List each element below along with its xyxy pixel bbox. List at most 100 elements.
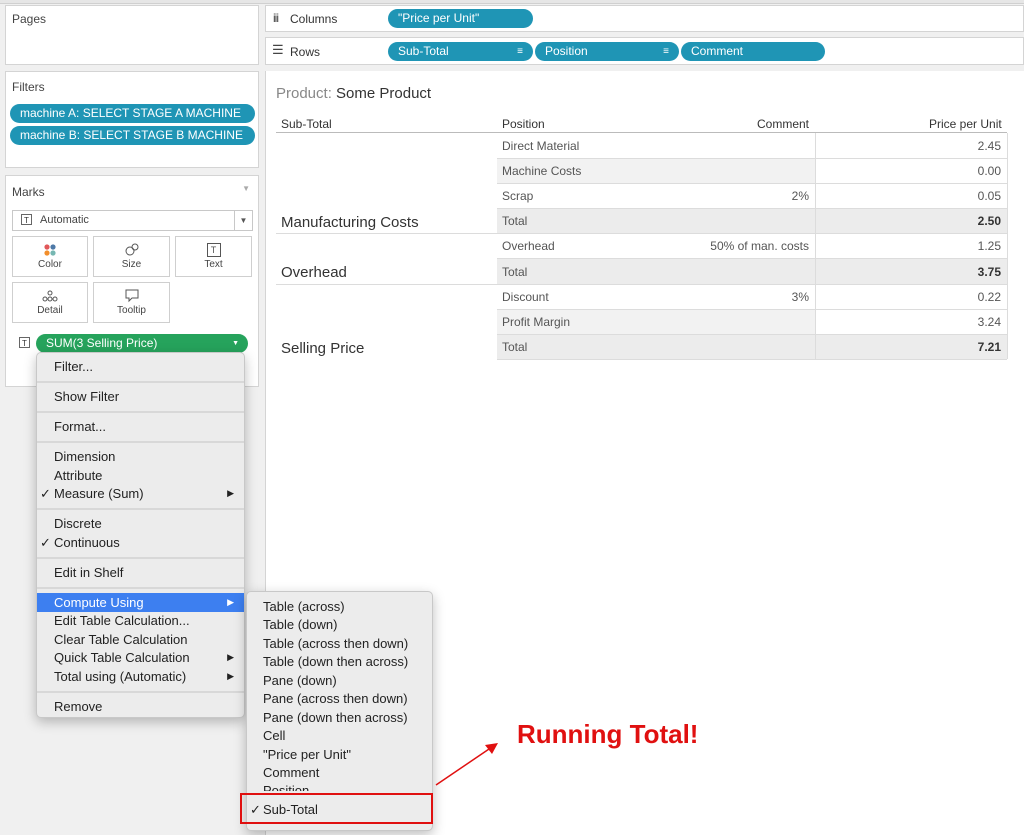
comment-cell[interactable]: 50% of man. costs (710, 239, 809, 253)
submenu-item-table-across-then-down[interactable]: Table (across then down) (247, 634, 432, 653)
size-card[interactable]: Size (93, 236, 170, 277)
text-encoding-icon: T (19, 337, 30, 348)
submenu-item-cell[interactable]: Cell (247, 726, 432, 745)
menu-item-total-using[interactable]: Total using (Automatic) ▶ (37, 667, 244, 686)
position-cell-total[interactable]: Total (502, 340, 527, 354)
comment-cell[interactable]: 2% (792, 189, 809, 203)
submenu-arrow-icon: ▶ (227, 671, 234, 681)
position-cell[interactable]: Direct Material (502, 139, 579, 153)
view-title-prefix: Product: (276, 85, 332, 102)
submenu-item-pane-across-then-down[interactable]: Pane (across then down) (247, 689, 432, 708)
menu-item-attribute[interactable]: Attribute (37, 466, 244, 485)
menu-item-filter[interactable]: Filter... (37, 357, 244, 376)
position-cell-total[interactable]: Total (502, 214, 527, 228)
column-pill-price-per-unit[interactable]: "Price per Unit" (388, 9, 533, 28)
row-pill-sub-total[interactable]: Sub-Total ≡ (388, 42, 533, 61)
menu-item-show-filter[interactable]: Show Filter (37, 387, 244, 406)
menu-item-dimension[interactable]: Dimension (37, 447, 244, 466)
price-cell[interactable]: 0.00 (978, 164, 1001, 178)
menu-item-clear-table-calculation[interactable]: Clear Table Calculation (37, 630, 244, 649)
price-cell[interactable]: 2.45 (978, 139, 1001, 153)
menu-item-remove[interactable]: Remove (37, 697, 244, 716)
tooltip-card[interactable]: Tooltip (93, 282, 170, 323)
group-label-overhead[interactable]: Overhead (281, 264, 347, 281)
submenu-arrow-icon: ▶ (227, 597, 234, 607)
marks-title: Marks (12, 185, 45, 199)
menu-item-continuous[interactable]: ✓ Continuous (37, 533, 244, 552)
row-divider (497, 208, 1007, 209)
header-sub-total[interactable]: Sub-Total (281, 117, 332, 131)
color-card[interactable]: Color (12, 236, 88, 277)
price-cell-total[interactable]: 7.21 (978, 340, 1001, 354)
text-icon: T (206, 243, 221, 257)
position-cell[interactable]: Profit Margin (502, 315, 570, 329)
price-column-divider (815, 133, 816, 359)
header-comment[interactable]: Comment (757, 117, 809, 131)
pages-panel[interactable]: Pages (5, 5, 259, 65)
menu-item-quick-table-calculation[interactable]: Quick Table Calculation ▶ (37, 648, 244, 667)
group-label-manufacturing-costs[interactable]: Manufacturing Costs (281, 214, 419, 231)
marks-collapse-icon[interactable]: ▼ (242, 184, 250, 193)
position-cell[interactable]: Scrap (502, 189, 533, 203)
price-cell[interactable]: 0.05 (978, 189, 1001, 203)
submenu-item-price-per-unit[interactable]: "Price per Unit" (247, 745, 432, 764)
group-label-selling-price[interactable]: Selling Price (281, 340, 364, 357)
menu-item-discrete[interactable]: Discrete (37, 514, 244, 533)
submenu-item-pane-down[interactable]: Pane (down) (247, 671, 432, 690)
submenu-item-position[interactable]: Position (247, 781, 432, 791)
price-cell[interactable]: 3.24 (978, 315, 1001, 329)
submenu-item-pane-down-then-across[interactable]: Pane (down then across) (247, 708, 432, 727)
total-shade-2 (497, 259, 1007, 284)
position-cell[interactable]: Overhead (502, 239, 555, 253)
top-strip (0, 0, 1024, 4)
size-card-label: Size (121, 259, 142, 270)
rows-shelf[interactable]: ☰ Rows Sub-Total ≡ Position ≡ Comment (265, 37, 1024, 65)
filters-panel: Filters machine A: SELECT STAGE A MACHIN… (5, 71, 259, 168)
annotation-arrow (435, 743, 498, 786)
filter-pill-machine-b[interactable]: machine B: SELECT STAGE B MACHINE (10, 126, 255, 145)
sort-icon: ≡ (663, 46, 669, 57)
columns-shelf[interactable]: iii Columns "Price per Unit" (265, 5, 1024, 32)
submenu-item-comment[interactable]: Comment (247, 763, 432, 782)
header-position[interactable]: Position (502, 117, 545, 131)
pill-dropdown-icon[interactable]: ▼ (232, 334, 239, 353)
chevron-down-icon: ▼ (234, 211, 252, 230)
total-shade-3 (497, 335, 1007, 359)
position-cell[interactable]: Machine Costs (502, 164, 581, 178)
menu-separator (37, 411, 244, 413)
total-shade-1 (497, 209, 1007, 233)
row-divider (497, 258, 1007, 259)
submenu-item-table-across[interactable]: Table (across) (247, 597, 432, 616)
sort-icon: ≡ (517, 46, 523, 57)
row-divider (497, 334, 1007, 335)
price-cell-total[interactable]: 3.75 (978, 265, 1001, 279)
color-icon (43, 243, 57, 257)
header-price-per-unit[interactable]: Price per Unit (929, 117, 1002, 131)
position-cell[interactable]: Discount (502, 290, 549, 304)
row-pill-sub-total-label: Sub-Total (398, 44, 449, 58)
filter-pill-machine-a[interactable]: machine A: SELECT STAGE A MACHINE (10, 104, 255, 123)
submenu-item-table-down[interactable]: Table (down) (247, 615, 432, 634)
submenu-item-table-down-then-across[interactable]: Table (down then across) (247, 652, 432, 671)
menu-separator (37, 508, 244, 510)
menu-item-format[interactable]: Format... (37, 417, 244, 436)
price-cell[interactable]: 0.22 (978, 290, 1001, 304)
text-card[interactable]: T Text (175, 236, 252, 277)
menu-item-edit-table-calculation[interactable]: Edit Table Calculation... (37, 611, 244, 630)
price-cell-total[interactable]: 2.50 (978, 214, 1001, 228)
color-card-label: Color (38, 259, 62, 270)
menu-item-compute-using[interactable]: Compute Using ▶ (37, 593, 244, 612)
menu-item-edit-in-shelf[interactable]: Edit in Shelf (37, 563, 244, 582)
menu-item-measure[interactable]: ✓ Measure (Sum) ▶ (37, 484, 244, 503)
mark-type-dropdown[interactable]: T Automatic ▼ (12, 210, 253, 231)
row-pill-position[interactable]: Position ≡ (535, 42, 679, 61)
row-pill-comment[interactable]: Comment (681, 42, 825, 61)
selling-price-pill[interactable]: SUM(3 Selling Price) ▼ (36, 334, 248, 353)
detail-card[interactable]: Detail (12, 282, 88, 323)
menu-separator (37, 441, 244, 443)
rows-label: Rows (290, 45, 321, 59)
comment-cell[interactable]: 3% (792, 290, 809, 304)
price-cell[interactable]: 1.25 (978, 239, 1001, 253)
menu-separator (37, 381, 244, 383)
position-cell-total[interactable]: Total (502, 265, 527, 279)
